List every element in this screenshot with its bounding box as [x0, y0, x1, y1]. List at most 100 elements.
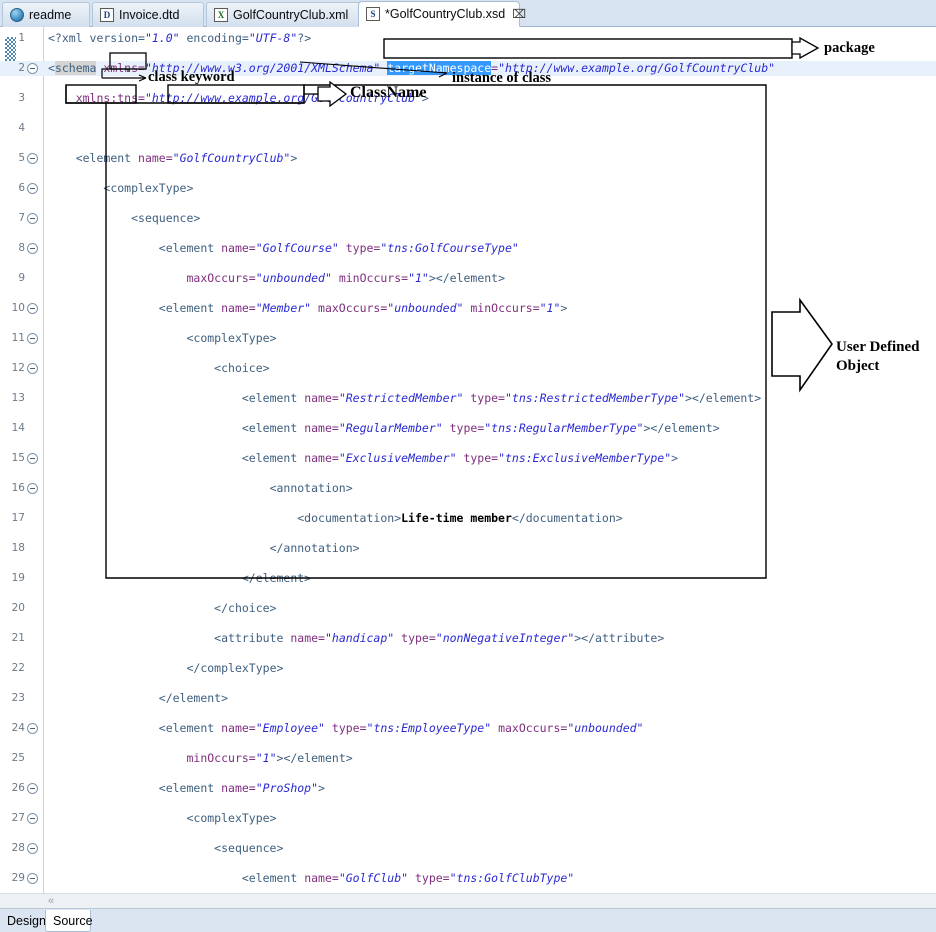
- code-line[interactable]: 1 <?xml version="1.0" encoding="UTF-8"?>: [0, 31, 936, 46]
- line-number: 5: [18, 152, 25, 164]
- code-line[interactable]: 19 </element>: [0, 571, 936, 586]
- code-line[interactable]: 10 <element name="Member" maxOccurs="unb…: [0, 301, 936, 316]
- tab-invoice-dtd[interactable]: D Invoice.dtd: [92, 2, 204, 27]
- fold-toggle-icon[interactable]: [27, 183, 38, 194]
- code-area[interactable]: 1 <?xml version="1.0" encoding="UTF-8"?> 2…: [0, 27, 936, 905]
- tab-source[interactable]: Source: [45, 910, 93, 932]
- fold-toggle-icon[interactable]: [27, 483, 38, 494]
- fold-toggle-icon[interactable]: [27, 153, 38, 164]
- line-number: 17: [11, 512, 25, 524]
- fold-toggle-icon[interactable]: [27, 63, 38, 74]
- code-line[interactable]: 27 <complexType>: [0, 811, 936, 826]
- code-line[interactable]: 6 <complexType>: [0, 181, 936, 196]
- line-number: 15: [11, 452, 25, 464]
- tab-readme[interactable]: readme: [2, 2, 90, 27]
- tab-label: Invoice.dtd: [119, 7, 180, 22]
- close-icon[interactable]: ⌧: [512, 8, 526, 20]
- code-text: </annotation>: [269, 541, 360, 555]
- code-line[interactable]: 5 <element name="GolfCountryClub">: [0, 151, 936, 166]
- line-number: 1: [18, 32, 25, 44]
- line-number: 23: [11, 692, 25, 704]
- code-line[interactable]: 22 </complexType>: [0, 661, 936, 676]
- tab-design-label: Design: [7, 914, 46, 928]
- line-number: 18: [11, 542, 25, 554]
- code-line[interactable]: 29 <element name="GolfClub" type="tns:Go…: [0, 871, 936, 886]
- code-line[interactable]: 4: [0, 121, 936, 136]
- code-line[interactable]: 8 <element name="GolfCourse" type="tns:G…: [0, 241, 936, 256]
- fold-toggle-icon[interactable]: [27, 873, 38, 884]
- code-text: <documentation>Life-time member</documen…: [297, 511, 623, 525]
- line-number: 3: [18, 92, 25, 104]
- dtd-file-icon: D: [100, 8, 114, 22]
- line-number: 25: [11, 752, 25, 764]
- code-line[interactable]: 24 <element name="Employee" type="tns:Em…: [0, 721, 936, 736]
- line-number: 12: [11, 362, 25, 374]
- code-text: minOccurs="1"></element>: [186, 751, 353, 765]
- code-line[interactable]: 18 </annotation>: [0, 541, 936, 556]
- source-editor[interactable]: 1 <?xml version="1.0" encoding="UTF-8"?> 2…: [0, 27, 936, 905]
- code-text: <complexType>: [186, 331, 277, 345]
- xml-file-icon: X: [214, 8, 228, 22]
- code-line[interactable]: 3 xmlns:tns="http://www.example.org/Golf…: [0, 91, 936, 106]
- line-number: 7: [18, 212, 25, 224]
- line-number: 27: [11, 812, 25, 824]
- code-text: <complexType>: [103, 181, 194, 195]
- code-line[interactable]: 2 <schema xmlns="http://www.w3.org/2001/X…: [0, 61, 936, 76]
- line-number: 24: [11, 722, 25, 734]
- code-line[interactable]: 15 <element name="ExclusiveMember" type=…: [0, 451, 936, 466]
- code-line[interactable]: 13 <element name="RestrictedMember" type…: [0, 391, 936, 406]
- line-number: 14: [11, 422, 25, 434]
- fold-toggle-icon[interactable]: [27, 453, 38, 464]
- code-line[interactable]: 25 minOccurs="1"></element>: [0, 751, 936, 766]
- code-line[interactable]: 28 <sequence>: [0, 841, 936, 856]
- code-line[interactable]: 17 <documentation>Life-time member</docu…: [0, 511, 936, 526]
- tab-label: readme: [29, 7, 72, 22]
- line-number: 20: [11, 602, 25, 614]
- code-text: <element name="GolfCountryClub">: [75, 151, 298, 165]
- tab-label: GolfCountryClub.xml: [233, 7, 349, 22]
- fold-toggle-icon[interactable]: [27, 723, 38, 734]
- code-text: <?xml version="1.0" encoding="UTF-8"?>: [48, 31, 312, 45]
- code-line[interactable]: 7 <sequence>: [0, 211, 936, 226]
- fold-toggle-icon[interactable]: [27, 843, 38, 854]
- code-text: <element name="GolfCourse" type="tns:Gol…: [158, 241, 519, 255]
- scroll-left-arrow-icon[interactable]: «: [43, 894, 59, 908]
- code-text: <choice>: [214, 361, 270, 375]
- code-line[interactable]: 21 <attribute name="handicap" type="nonN…: [0, 631, 936, 646]
- code-text: </element>: [241, 571, 312, 585]
- code-text: maxOccurs="unbounded" minOccurs="1"></el…: [186, 271, 506, 285]
- horizontal-scrollbar[interactable]: «: [0, 893, 936, 908]
- code-text: xmlns:tns="http://www.example.org/GolfCo…: [75, 91, 429, 105]
- line-number: 19: [11, 572, 25, 584]
- code-text: <schema xmlns="http://www.w3.org/2001/XM…: [48, 61, 776, 75]
- fold-toggle-icon[interactable]: [27, 333, 38, 344]
- line-number: 26: [11, 782, 25, 794]
- code-text: </choice>: [214, 601, 277, 615]
- code-line[interactable]: 20 </choice>: [0, 601, 936, 616]
- line-number: 22: [11, 662, 25, 674]
- fold-toggle-icon[interactable]: [27, 363, 38, 374]
- fold-toggle-icon[interactable]: [27, 213, 38, 224]
- tab-design[interactable]: Design: [0, 910, 46, 932]
- code-text: <element name="ExclusiveMember" type="tn…: [241, 451, 679, 465]
- line-number: 8: [18, 242, 25, 254]
- code-text: <element name="Employee" type="tns:Emplo…: [158, 721, 644, 735]
- code-line[interactable]: 11 <complexType>: [0, 331, 936, 346]
- line-number: 16: [11, 482, 25, 494]
- fold-toggle-icon[interactable]: [27, 243, 38, 254]
- code-text: <attribute name="handicap" type="nonNega…: [214, 631, 665, 645]
- code-line[interactable]: 16 <annotation>: [0, 481, 936, 496]
- tab-label: *GolfCountryClub.xsd: [385, 6, 506, 21]
- tab-golfcountryclub-xml[interactable]: X GolfCountryClub.xml: [206, 2, 370, 27]
- code-line[interactable]: 23 </element>: [0, 691, 936, 706]
- fold-toggle-icon[interactable]: [27, 783, 38, 794]
- code-line[interactable]: 12 <choice>: [0, 361, 936, 376]
- code-line[interactable]: 26 <element name="ProShop">: [0, 781, 936, 796]
- fold-toggle-icon[interactable]: [27, 303, 38, 314]
- tab-golfcountryclub-xsd[interactable]: S *GolfCountryClub.xsd ⌧: [358, 1, 526, 27]
- code-line[interactable]: 14 <element name="RegularMember" type="t…: [0, 421, 936, 436]
- code-line[interactable]: 9 maxOccurs="unbounded" minOccurs="1"></…: [0, 271, 936, 286]
- fold-toggle-icon[interactable]: [27, 813, 38, 824]
- line-number: 10: [11, 302, 25, 314]
- line-number: 4: [18, 122, 25, 134]
